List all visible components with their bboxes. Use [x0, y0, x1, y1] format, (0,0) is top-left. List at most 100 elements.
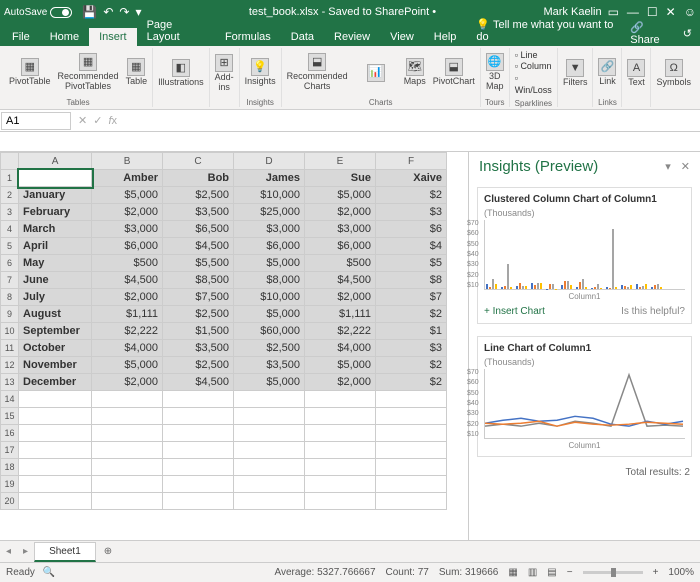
save-icon[interactable]: 💾	[82, 5, 97, 19]
cell[interactable]: September	[19, 323, 92, 340]
cell[interactable]: $1,500	[163, 323, 234, 340]
close-icon[interactable]: ✕	[666, 5, 676, 19]
cell[interactable]: $500	[92, 255, 163, 272]
cell[interactable]: $2,500	[163, 306, 234, 323]
row-header[interactable]: 9	[1, 306, 19, 323]
sparkline-column[interactable]: Column	[515, 61, 552, 73]
cell[interactable]: $1	[375, 323, 446, 340]
row-header[interactable]: 10	[1, 323, 19, 340]
cell[interactable]	[19, 459, 92, 476]
cell[interactable]: $4,500	[163, 374, 234, 391]
row-header[interactable]: 19	[1, 476, 19, 493]
row-header[interactable]: 11	[1, 340, 19, 357]
tab-view[interactable]: View	[380, 28, 424, 46]
zoom-in-icon[interactable]: +	[653, 567, 659, 578]
cell[interactable]: $8,000	[234, 272, 305, 289]
cell[interactable]: $2,000	[305, 204, 376, 221]
cell[interactable]: January	[19, 187, 92, 204]
cell[interactable]	[163, 459, 234, 476]
cell[interactable]: $5,000	[305, 357, 376, 374]
cell[interactable]: June	[19, 272, 92, 289]
cell[interactable]	[19, 476, 92, 493]
cell[interactable]: $2,000	[305, 289, 376, 306]
recommended-pivottables-button[interactable]: ▦Recommended PivotTables	[56, 52, 121, 93]
cell[interactable]: August	[19, 306, 92, 323]
cell[interactable]: $1,111	[305, 306, 376, 323]
row-header[interactable]: 13	[1, 374, 19, 391]
addins-button[interactable]: ⊞Add- ins	[213, 53, 236, 94]
name-box[interactable]	[1, 112, 71, 130]
cell[interactable]	[375, 459, 446, 476]
tab-help[interactable]: Help	[424, 28, 467, 46]
tab-home[interactable]: Home	[40, 28, 89, 46]
cell[interactable]: $4,000	[92, 340, 163, 357]
symbols-button[interactable]: ΩSymbols	[654, 58, 693, 89]
cell[interactable]	[305, 425, 376, 442]
cell[interactable]: $5,000	[92, 187, 163, 204]
view-normal-icon[interactable]: ▦	[508, 567, 517, 578]
tab-formulas[interactable]: Formulas	[215, 28, 281, 46]
cell[interactable]	[19, 442, 92, 459]
cell[interactable]: $1,111	[92, 306, 163, 323]
cell[interactable]: $4	[375, 238, 446, 255]
cell[interactable]: $6,000	[234, 238, 305, 255]
cell[interactable]: $8,500	[163, 272, 234, 289]
cell[interactable]: $2,500	[234, 340, 305, 357]
cell[interactable]: $5,000	[234, 306, 305, 323]
filters-button[interactable]: ▼Filters	[561, 58, 590, 89]
view-break-icon[interactable]: ▤	[547, 567, 556, 578]
cell[interactable]	[375, 408, 446, 425]
cell[interactable]: Sue	[305, 170, 376, 187]
row-header[interactable]: 1	[1, 170, 19, 187]
text-button[interactable]: AText	[625, 58, 647, 89]
sheet-nav-next-icon[interactable]: ▸	[17, 546, 34, 557]
col-header[interactable]: D	[234, 153, 305, 170]
cell[interactable]	[163, 425, 234, 442]
cell[interactable]: $8	[375, 272, 446, 289]
cell[interactable]	[163, 391, 234, 408]
cell[interactable]: James	[234, 170, 305, 187]
cell[interactable]: Xaive	[375, 170, 446, 187]
cell[interactable]: $3,000	[305, 221, 376, 238]
zoom-out-icon[interactable]: −	[567, 567, 573, 578]
cell[interactable]: July	[19, 289, 92, 306]
zoom-level[interactable]: 100%	[668, 567, 694, 578]
chart-gallery[interactable]: 📊	[353, 63, 399, 83]
cell[interactable]	[375, 391, 446, 408]
enter-formula-icon[interactable]: ✓	[93, 114, 102, 127]
cell[interactable]	[305, 493, 376, 510]
cell[interactable]: $2,000	[92, 374, 163, 391]
maximize-icon[interactable]: ☐	[647, 5, 658, 19]
history-icon[interactable]: ↺	[683, 27, 692, 40]
cell[interactable]: $4,500	[305, 272, 376, 289]
row-header[interactable]: 20	[1, 493, 19, 510]
cell[interactable]	[19, 391, 92, 408]
tab-insert[interactable]: Insert	[89, 28, 137, 46]
cell[interactable]: Bob	[163, 170, 234, 187]
cell[interactable]	[375, 493, 446, 510]
cell[interactable]	[234, 476, 305, 493]
cell[interactable]: $10,000	[234, 289, 305, 306]
cell[interactable]	[375, 476, 446, 493]
cell[interactable]: $3,500	[163, 204, 234, 221]
row-header[interactable]: 12	[1, 357, 19, 374]
cell[interactable]: $7,500	[163, 289, 234, 306]
cell[interactable]: $2,500	[163, 187, 234, 204]
cell[interactable]	[92, 442, 163, 459]
cell[interactable]: $3,000	[234, 221, 305, 238]
cell[interactable]: $2,222	[92, 323, 163, 340]
sheet-tab[interactable]: Sheet1	[34, 542, 96, 562]
cell[interactable]	[305, 476, 376, 493]
row-header[interactable]: 7	[1, 272, 19, 289]
cell[interactable]: March	[19, 221, 92, 238]
cell[interactable]	[92, 425, 163, 442]
tell-me[interactable]: 💡 Tell me what you want to do	[466, 15, 630, 46]
cell[interactable]	[19, 425, 92, 442]
cell[interactable]: $2	[375, 187, 446, 204]
row-header[interactable]: 16	[1, 425, 19, 442]
cell[interactable]: $2	[375, 374, 446, 391]
col-header[interactable]: B	[92, 153, 163, 170]
cell[interactable]: October	[19, 340, 92, 357]
col-header[interactable]: E	[305, 153, 376, 170]
redo-icon[interactable]: ↷	[119, 5, 129, 19]
